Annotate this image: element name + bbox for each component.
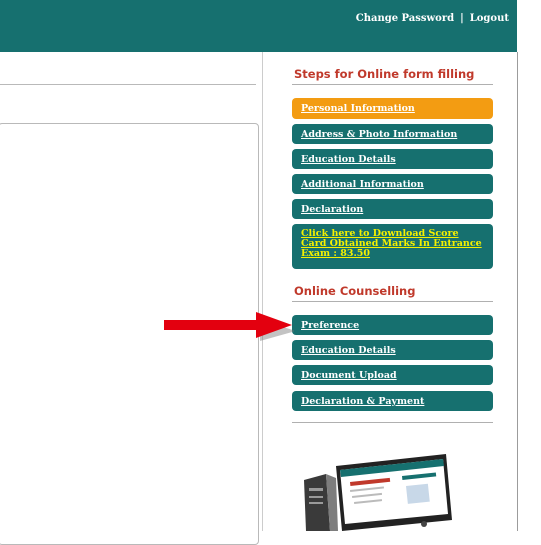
counselling-heading: Online Counselling <box>294 284 416 298</box>
steps-heading-divider <box>292 84 493 85</box>
step-address-photo[interactable]: Address & Photo Information <box>292 124 493 144</box>
red-arrow-icon <box>164 312 294 341</box>
download-score-card-button[interactable]: Click here to Download Score Card Obtain… <box>292 224 493 269</box>
top-header-bar: Change Password | Logout <box>0 0 517 52</box>
step-education-details[interactable]: Education Details <box>292 149 493 169</box>
counselling-heading-divider <box>292 301 493 302</box>
counselling-declaration-payment[interactable]: Declaration & Payment <box>292 391 493 411</box>
counselling-document-upload[interactable]: Document Upload <box>292 365 493 385</box>
step-additional-information[interactable]: Additional Information <box>292 174 493 194</box>
change-password-link[interactable]: Change Password <box>356 13 454 24</box>
step-declaration[interactable]: Declaration <box>292 199 493 219</box>
counselling-education-details[interactable]: Education Details <box>292 340 493 360</box>
column-separator <box>262 52 263 531</box>
computer-illustration <box>304 454 452 531</box>
header-separator: | <box>460 13 464 24</box>
header-links: Change Password | Logout <box>356 13 509 24</box>
step-personal-information[interactable]: Personal Information <box>292 98 493 119</box>
counselling-bottom-divider <box>292 422 493 423</box>
steps-heading: Steps for Online form filling <box>294 67 475 81</box>
counselling-preference[interactable]: Preference <box>292 315 493 335</box>
left-divider <box>0 84 256 85</box>
page-right-border <box>517 52 518 531</box>
logout-link[interactable]: Logout <box>470 13 509 24</box>
